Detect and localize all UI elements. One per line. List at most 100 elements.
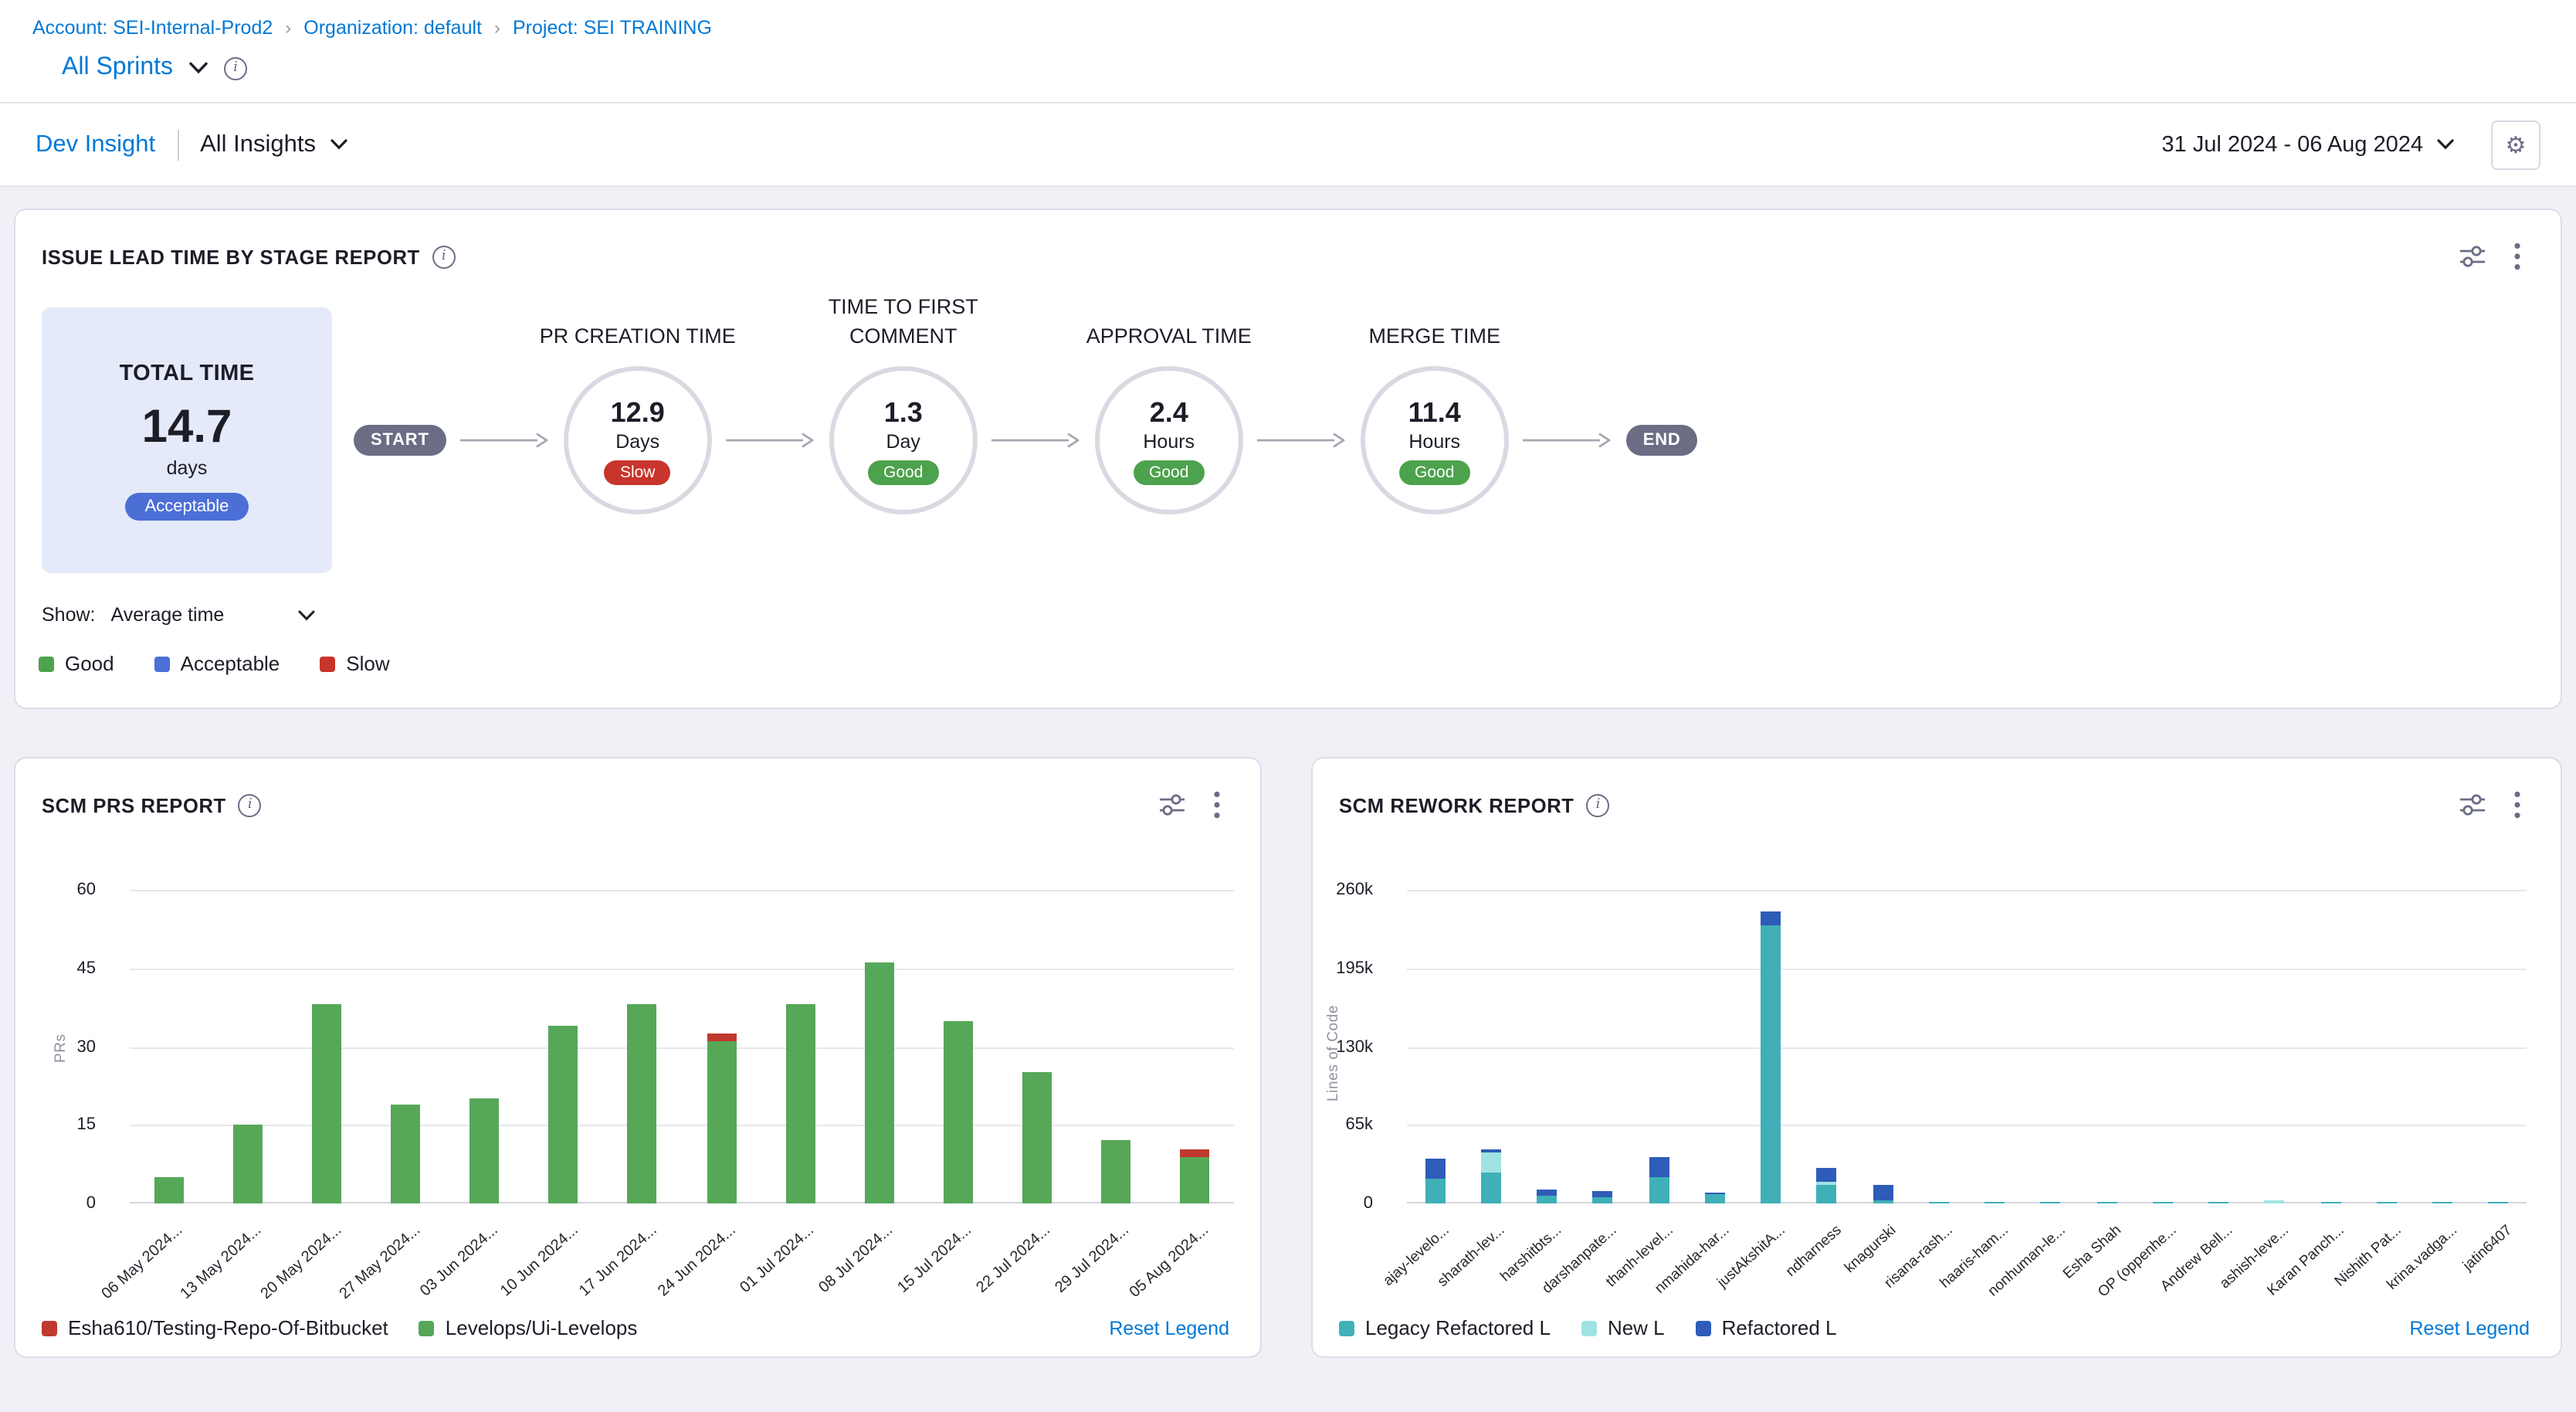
gridline [1407, 1125, 2527, 1127]
card-header-actions [2460, 243, 2520, 270]
bar-Karan Panch...[interactable] [2320, 1202, 2340, 1203]
start-pill: START [354, 425, 446, 456]
bar-17 Jun 2024...[interactable] [628, 1005, 657, 1203]
bar-29 Jul 2024...[interactable] [1101, 1141, 1130, 1203]
legend-item-esha610[interactable]: Esha610/Testing-Repo-Of-Bitbucket [42, 1316, 388, 1339]
bar-ashish-leve...[interactable] [2265, 1200, 2285, 1203]
bar-nmahida-har...[interactable] [1705, 1193, 1725, 1203]
lead-time-legend: Good Acceptable Slow [39, 652, 2561, 675]
kebab-menu-icon[interactable] [1214, 791, 1220, 819]
kebab-menu-icon[interactable] [2514, 791, 2520, 819]
sprint-selector-label[interactable]: All Sprints [62, 54, 173, 82]
info-icon[interactable]: i [432, 245, 456, 268]
x-tick-label: 01 Jul 2024... [737, 1222, 818, 1297]
bar-nonhuman-le...[interactable] [2041, 1202, 2061, 1203]
settings-gear-button[interactable]: ⚙︎ [2491, 120, 2540, 169]
card-title: SCM PRS REPORT [42, 793, 226, 816]
breadcrumb-account[interactable]: Account: SEI-Internal-Prod2 [32, 17, 273, 39]
date-range-picker[interactable]: 31 Jul 2024 - 06 Aug 2024 [2161, 132, 2454, 157]
bar-05 Aug 2024...[interactable] [1180, 1149, 1209, 1203]
module-link[interactable]: Dev Insight [36, 131, 155, 158]
bar-segment [1649, 1156, 1669, 1177]
legend-label: Refactored L [1722, 1316, 1837, 1339]
bar-segment [1180, 1149, 1209, 1156]
bar-27 May 2024...[interactable] [391, 1104, 421, 1203]
bar-haaris-ham...[interactable] [1985, 1202, 2005, 1203]
scm-rework-legend: Legacy Refactored L New L Refactored L R… [1339, 1316, 2530, 1339]
legend-item-legacy-refactored[interactable]: Legacy Refactored L [1339, 1316, 1551, 1339]
chevron-down-icon[interactable] [188, 62, 208, 74]
bar-thanh-level...[interactable] [1649, 1156, 1669, 1203]
legend-label: New L [1608, 1316, 1665, 1339]
y-tick-label: 130k [1313, 1036, 1373, 1057]
bar-03 Jun 2024...[interactable] [470, 1099, 500, 1203]
legend-swatch [42, 1320, 57, 1336]
stage-value: 2.4 [1150, 396, 1188, 429]
bar-justAkshitA...[interactable] [1761, 911, 1781, 1203]
chart-settings-icon[interactable] [1160, 794, 1185, 816]
chart-settings-icon[interactable] [2460, 794, 2485, 816]
bar-24 Jun 2024...[interactable] [707, 1034, 736, 1203]
chart-settings-icon[interactable] [2460, 246, 2485, 267]
info-icon[interactable]: i [1587, 793, 1610, 816]
bar-20 May 2024...[interactable] [312, 1005, 341, 1203]
card-title: SCM REWORK REPORT [1339, 793, 1574, 816]
bar-jatin6407[interactable] [2489, 1202, 2509, 1203]
bar-krina.vadga...[interactable] [2432, 1202, 2452, 1203]
gridline [130, 969, 1234, 970]
dashboard-body: ISSUE LEAD TIME BY STAGE REPORT i TOTAL … [0, 187, 2576, 1403]
breadcrumb-organization[interactable]: Organization: default [303, 17, 482, 39]
bar-sharath-lev...[interactable] [1481, 1149, 1501, 1203]
sprint-selector[interactable]: All Sprints i [0, 42, 2576, 102]
info-icon[interactable]: i [224, 56, 247, 80]
bar-Andrew Bell...[interactable] [2208, 1202, 2229, 1203]
stage-unit: Hours [1143, 430, 1195, 452]
legend-item-acceptable: Acceptable [154, 652, 280, 675]
bar-harshitbts...[interactable] [1537, 1189, 1557, 1203]
bar-OP (oppenhe...[interactable] [2153, 1202, 2173, 1203]
bar-10 Jun 2024...[interactable] [549, 1026, 578, 1203]
bar-Esha Shah[interactable] [2096, 1202, 2117, 1203]
legend-swatch [154, 656, 170, 671]
bar-Nishith Pat...[interactable] [2377, 1202, 2397, 1203]
breadcrumb: Account: SEI-Internal-Prod2 › Organizati… [0, 0, 2576, 42]
total-time-unit: days [167, 457, 208, 478]
scm-rework-card-header: SCM REWORK REPORT i [1313, 759, 2561, 819]
stage-unit: Hours [1408, 430, 1460, 452]
stage-unit: Day [886, 430, 920, 452]
bar-risana-rash...[interactable] [1929, 1202, 1949, 1203]
bar-13 May 2024...[interactable] [233, 1125, 263, 1204]
bar-ndharness[interactable] [1817, 1167, 1837, 1203]
stage-pr-creation-time: PR CREATION TIME 12.9 Days Slow [564, 366, 712, 514]
bar-ajay-levelo...[interactable] [1425, 1159, 1445, 1203]
bar-01 Jul 2024...[interactable] [785, 1005, 815, 1203]
reset-legend-link[interactable]: Reset Legend [1109, 1317, 1229, 1339]
gridline [1407, 1202, 2527, 1203]
show-label: Show: [42, 604, 96, 626]
legend-item-refactored[interactable]: Refactored L [1696, 1316, 1837, 1339]
insights-dropdown[interactable]: All Insights [200, 131, 347, 158]
bar-knagurski[interactable] [1873, 1184, 1893, 1203]
bar-darshanpate...[interactable] [1593, 1191, 1613, 1203]
x-tick-label: 08 Jul 2024... [816, 1222, 897, 1297]
bar-segment [1425, 1179, 1445, 1203]
kebab-menu-icon[interactable] [2514, 243, 2520, 270]
info-icon[interactable]: i [239, 793, 262, 816]
bar-15 Jul 2024...[interactable] [944, 1020, 973, 1203]
bar-08 Jul 2024...[interactable] [864, 963, 893, 1203]
legend-label: Legacy Refactored L [1365, 1316, 1551, 1339]
breadcrumb-separator-icon: › [285, 19, 291, 37]
legend-item-levelops[interactable]: Levelops/Ui-Levelops [419, 1316, 638, 1339]
gridline [130, 1047, 1234, 1048]
x-tick-label: 15 Jul 2024... [895, 1222, 975, 1297]
bar-22 Jul 2024...[interactable] [1022, 1073, 1052, 1203]
legend-item-good: Good [39, 652, 114, 675]
stage-circle: 2.4 Hours Good [1095, 366, 1243, 514]
legend-item-new[interactable]: New L [1581, 1316, 1665, 1339]
reset-legend-link[interactable]: Reset Legend [2409, 1317, 2530, 1339]
bar-segment [2265, 1200, 2285, 1203]
vertical-divider [177, 129, 178, 160]
show-dropdown[interactable]: Average time [111, 604, 315, 626]
breadcrumb-project[interactable]: Project: SEI TRAINING [513, 17, 712, 39]
bar-06 May 2024...[interactable] [154, 1177, 184, 1203]
